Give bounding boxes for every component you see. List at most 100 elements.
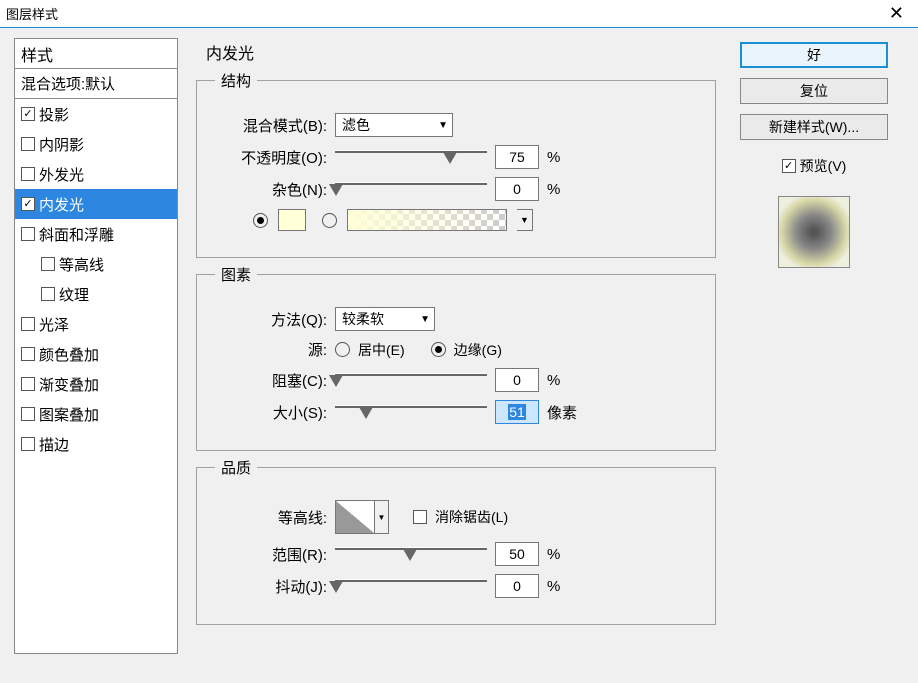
antialias-label: 消除锯齿(L) xyxy=(435,507,508,527)
contour-picker[interactable] xyxy=(335,500,375,534)
style-checkbox[interactable] xyxy=(41,287,55,301)
size-input[interactable]: 51 xyxy=(495,400,539,424)
style-label: 等高线 xyxy=(59,254,104,275)
noise-input[interactable]: 0 xyxy=(495,177,539,201)
style-label: 纹理 xyxy=(59,284,89,305)
range-unit: % xyxy=(547,546,560,563)
range-label: 范围(R): xyxy=(215,544,327,565)
styles-header: 样式 xyxy=(15,39,177,69)
style-item-8[interactable]: 颜色叠加 xyxy=(15,339,177,369)
style-label: 光泽 xyxy=(39,314,69,335)
quality-legend: 品质 xyxy=(215,457,257,478)
style-item-6[interactable]: 纹理 xyxy=(15,279,177,309)
style-checkbox[interactable] xyxy=(21,167,35,181)
style-item-7[interactable]: 光泽 xyxy=(15,309,177,339)
opacity-slider[interactable] xyxy=(335,147,487,167)
style-item-5[interactable]: 等高线 xyxy=(15,249,177,279)
effect-title: 内发光 xyxy=(196,38,716,64)
range-slider[interactable] xyxy=(335,544,487,564)
choke-label: 阻塞(C): xyxy=(215,370,327,391)
gradient-swatch[interactable] xyxy=(347,209,507,231)
jitter-input[interactable]: 0 xyxy=(495,574,539,598)
color-swatch[interactable] xyxy=(278,209,306,231)
opacity-unit: % xyxy=(547,149,560,166)
blend-mode-combo[interactable]: 滤色 ▼ xyxy=(335,113,453,137)
style-item-10[interactable]: 图案叠加 xyxy=(15,399,177,429)
new-style-button[interactable]: 新建样式(W)... xyxy=(740,114,888,140)
close-icon[interactable]: ✕ xyxy=(881,3,912,24)
style-checkbox[interactable] xyxy=(21,407,35,421)
preview-label: 预览(V) xyxy=(800,156,847,176)
style-checkbox[interactable] xyxy=(41,257,55,271)
style-checkbox[interactable] xyxy=(21,227,35,241)
elements-legend: 图素 xyxy=(215,264,257,285)
style-item-1[interactable]: 内阴影 xyxy=(15,129,177,159)
antialias-checkbox[interactable] xyxy=(413,510,427,524)
technique-combo[interactable]: 较柔软 ▼ xyxy=(335,307,435,331)
style-checkbox[interactable] xyxy=(21,197,35,211)
style-label: 外发光 xyxy=(39,164,84,185)
style-label: 描边 xyxy=(39,434,69,455)
noise-slider[interactable] xyxy=(335,179,487,199)
blend-mode-label: 混合模式(B): xyxy=(215,115,327,136)
technique-label: 方法(Q): xyxy=(215,309,327,330)
choke-slider[interactable] xyxy=(335,370,487,390)
opacity-label: 不透明度(O): xyxy=(215,147,327,168)
source-center-radio[interactable] xyxy=(335,342,350,357)
choke-input[interactable]: 0 xyxy=(495,368,539,392)
source-center-label: 居中(E) xyxy=(358,340,405,360)
styles-list: 样式 混合选项:默认 投影内阴影外发光内发光斜面和浮雕等高线纹理光泽颜色叠加渐变… xyxy=(14,38,178,654)
dialog-body: 样式 混合选项:默认 投影内阴影外发光内发光斜面和浮雕等高线纹理光泽颜色叠加渐变… xyxy=(0,28,918,664)
structure-group: 结构 混合模式(B): 滤色 ▼ 不透明度(O): 75 % xyxy=(196,70,716,258)
ok-button[interactable]: 好 xyxy=(740,42,888,68)
style-label: 颜色叠加 xyxy=(39,344,99,365)
window-title: 图层样式 xyxy=(6,4,58,23)
choke-unit: % xyxy=(547,372,560,389)
size-unit: 像素 xyxy=(547,402,577,423)
structure-legend: 结构 xyxy=(215,70,257,91)
right-column: 好 复位 新建样式(W)... 预览(V) xyxy=(734,38,894,654)
size-slider[interactable] xyxy=(335,402,487,422)
style-label: 渐变叠加 xyxy=(39,374,99,395)
main-column: 内发光 结构 混合模式(B): 滤色 ▼ 不透明度(O): 75 xyxy=(196,38,716,654)
style-item-3[interactable]: 内发光 xyxy=(15,189,177,219)
chevron-down-icon: ▼ xyxy=(420,314,430,325)
style-item-11[interactable]: 描边 xyxy=(15,429,177,459)
preview-checkbox[interactable] xyxy=(782,159,796,173)
style-label: 图案叠加 xyxy=(39,404,99,425)
jitter-slider[interactable] xyxy=(335,576,487,596)
style-label: 内阴影 xyxy=(39,134,84,155)
blend-mode-value: 滤色 xyxy=(342,115,370,135)
style-label: 内发光 xyxy=(39,194,84,215)
style-checkbox[interactable] xyxy=(21,437,35,451)
noise-unit: % xyxy=(547,181,560,198)
range-input[interactable]: 50 xyxy=(495,542,539,566)
source-label: 源: xyxy=(215,339,327,360)
cancel-button[interactable]: 复位 xyxy=(740,78,888,104)
gradient-dropdown-icon[interactable]: ▼ xyxy=(517,209,533,231)
style-checkbox[interactable] xyxy=(21,377,35,391)
contour-label: 等高线: xyxy=(215,507,327,528)
blend-options-row[interactable]: 混合选项:默认 xyxy=(15,69,177,99)
style-checkbox[interactable] xyxy=(21,107,35,121)
style-item-4[interactable]: 斜面和浮雕 xyxy=(15,219,177,249)
style-checkbox[interactable] xyxy=(21,317,35,331)
preview-thumbnail xyxy=(778,196,850,268)
style-checkbox[interactable] xyxy=(21,137,35,151)
style-label: 投影 xyxy=(39,104,69,125)
titlebar: 图层样式 ✕ xyxy=(0,0,918,28)
chevron-down-icon: ▼ xyxy=(438,120,448,131)
source-edge-label: 边缘(G) xyxy=(454,340,502,360)
opacity-input[interactable]: 75 xyxy=(495,145,539,169)
style-item-0[interactable]: 投影 xyxy=(15,99,177,129)
contour-dropdown-icon[interactable]: ▼ xyxy=(375,500,389,534)
style-label: 斜面和浮雕 xyxy=(39,224,114,245)
style-checkbox[interactable] xyxy=(21,347,35,361)
gradient-radio[interactable] xyxy=(322,213,337,228)
style-item-2[interactable]: 外发光 xyxy=(15,159,177,189)
source-edge-radio[interactable] xyxy=(431,342,446,357)
solid-color-radio[interactable] xyxy=(253,213,268,228)
style-item-9[interactable]: 渐变叠加 xyxy=(15,369,177,399)
quality-group: 品质 等高线: ▼ 消除锯齿(L) 范围(R): 50 % xyxy=(196,457,716,625)
technique-value: 较柔软 xyxy=(342,309,384,329)
